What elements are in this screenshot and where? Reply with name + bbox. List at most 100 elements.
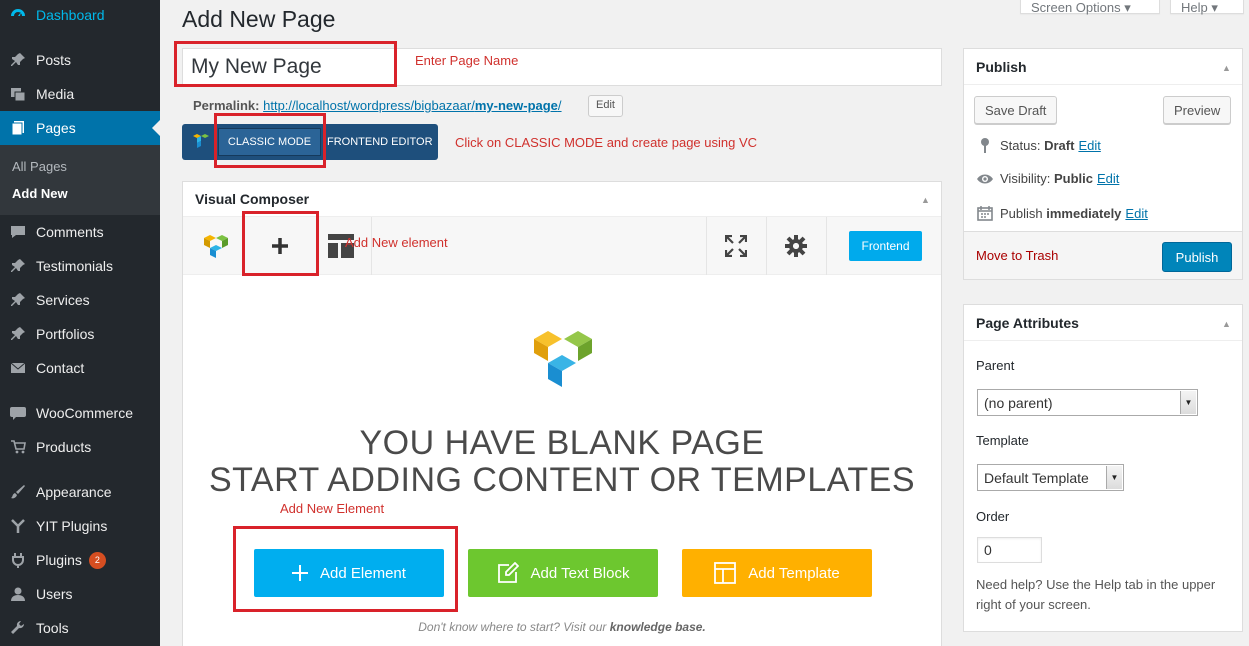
publish-box-title: Publish [976,59,1027,75]
preview-button[interactable]: Preview [1163,96,1232,124]
fullscreen-icon[interactable] [706,217,766,275]
pages-submenu: All Pages Add New [0,145,160,215]
plug-icon [0,552,36,568]
sidebar-item-label: Portfolios [36,326,95,342]
settings-gear-icon[interactable] [766,217,826,275]
plus-icon [292,565,309,581]
classic-mode-button[interactable]: CLASSIC MODE [218,128,321,156]
sidebar-item-comments[interactable]: Comments [0,215,160,249]
publish-footer: Move to Trash Publish [964,231,1242,279]
sidebar-item-appearance[interactable]: Appearance [0,475,160,509]
add-element-button[interactable]: Add Element [254,549,444,597]
template-select[interactable]: Default Template ▼ [977,464,1124,491]
status-value: Draft [1044,137,1075,153]
pin-icon [0,326,36,342]
title-input-value: My New Page [191,55,322,78]
sidebar-item-plugins[interactable]: Plugins 2 [0,543,160,577]
visibility-edit-link[interactable]: Edit [1097,171,1119,186]
admin-sidebar: Dashboard Posts Media Pages All Pages Ad… [0,0,160,646]
sidebar-item-products[interactable]: Products [0,430,160,464]
collapse-caret-icon[interactable]: ▲ [1222,319,1231,329]
sidebar-item-portfolios[interactable]: Portfolios [0,317,160,351]
yit-icon [0,518,36,534]
visibility-row: Visibility: Public Edit [974,171,1119,186]
schedule-label: Publish [1000,205,1043,221]
sidebar-item-yit-plugins[interactable]: YIT Plugins [0,509,160,543]
page-attributes-box: Page Attributes ▲ Parent (no parent) ▼ T… [963,304,1243,632]
parent-select-value: (no parent) [984,394,1053,411]
sidebar-item-label: Contact [36,360,85,376]
submenu-add-new[interactable]: Add New [12,186,68,201]
publish-button[interactable]: Publish [1162,242,1232,272]
template-select-value: Default Template [984,469,1089,486]
vc-panel-header[interactable]: Visual Composer ▲ [183,182,941,217]
publish-box: Publish ▲ Save Draft Preview Status: Dra… [963,48,1243,280]
sidebar-item-label: Products [36,439,92,455]
toolbar-divider [826,217,827,275]
schedule-edit-link[interactable]: Edit [1125,206,1147,221]
eye-icon [974,173,996,185]
pin-icon [974,137,996,153]
move-to-trash-link[interactable]: Move to Trash [976,248,1058,263]
sidebar-item-media[interactable]: Media [0,77,160,111]
sidebar-item-pages[interactable]: Pages [0,111,160,145]
add-text-block-button[interactable]: Add Text Block [468,549,658,597]
vc-panel-title: Visual Composer [195,191,310,207]
page-title: Add New Page [182,6,336,32]
sidebar-item-services[interactable]: Services [0,283,160,317]
status-edit-link[interactable]: Edit [1078,138,1100,153]
submenu-all-pages[interactable]: All Pages [12,159,67,174]
sidebar-item-label: Plugins [36,552,82,568]
annotation-add-new-element-toolbar: Add New element [345,235,448,250]
help-label: Help [1181,0,1208,15]
schedule-row: Publish immediately Edit [974,205,1148,221]
sidebar-item-label: Media [36,86,75,102]
collapse-caret-icon[interactable]: ▲ [921,195,930,205]
frontend-button[interactable]: Frontend [849,231,922,261]
woo-icon [0,406,36,420]
screen-options-tab[interactable]: Screen Options ▾ [1020,0,1160,15]
sidebar-item-tools[interactable]: Tools [0,611,160,645]
page-attributes-title: Page Attributes [976,315,1079,331]
parent-select[interactable]: (no parent) ▼ [977,389,1198,416]
frontend-editor-button[interactable]: FRONTEND EDITOR [327,124,433,160]
pin-icon [0,52,36,68]
edit-icon [497,562,519,584]
save-draft-button[interactable]: Save Draft [974,96,1058,124]
permalink-slug: my-new-page [474,98,558,113]
vc-logo-icon [193,217,238,275]
add-template-button[interactable]: Add Template [682,549,872,597]
publish-box-header[interactable]: Publish ▲ [964,49,1242,85]
media-icon [0,86,36,102]
parent-label: Parent [976,358,1015,373]
sidebar-item-label: Comments [36,224,104,240]
add-element-plus-icon[interactable] [245,217,315,275]
permalink-edit-button[interactable]: Edit [588,95,623,117]
visibility-value: Public [1053,171,1093,186]
sidebar-item-label: Testimonials [36,258,114,274]
sidebar-item-woocommerce[interactable]: WooCommerce [0,396,160,430]
annotation-add-new-element: Add New Element [280,501,385,516]
sidebar-item-posts[interactable]: Posts [0,43,160,77]
dashboard-icon [0,7,36,23]
permalink-end: / [557,98,562,113]
collapse-caret-icon[interactable]: ▲ [1222,63,1231,73]
page-attributes-header[interactable]: Page Attributes ▲ [964,305,1242,341]
help-tab[interactable]: Help ▾ [1170,0,1244,15]
knowledge-base-link[interactable]: knowledge base. [610,620,706,634]
order-label: Order [976,509,1010,524]
sidebar-item-testimonials[interactable]: Testimonials [0,249,160,283]
schedule-value: immediately [1046,205,1122,221]
add-text-block-label: Add Text Block [530,564,630,582]
sidebar-item-contact[interactable]: Contact [0,351,160,385]
sidebar-item-dashboard[interactable]: Dashboard [0,0,160,32]
vc-logo-icon [192,133,210,154]
sidebar-item-label: Users [36,586,73,602]
permalink-link[interactable]: http://localhost/wordpress/bigbazaar/my-… [263,98,561,113]
brush-icon [0,484,36,500]
update-count-badge: 2 [88,551,106,569]
title-field[interactable]: My New Page [182,48,942,86]
annotation-click-classic: Click on CLASSIC MODE and create page us… [455,135,758,150]
order-input[interactable]: 0 [977,537,1042,563]
sidebar-item-users[interactable]: Users [0,577,160,611]
